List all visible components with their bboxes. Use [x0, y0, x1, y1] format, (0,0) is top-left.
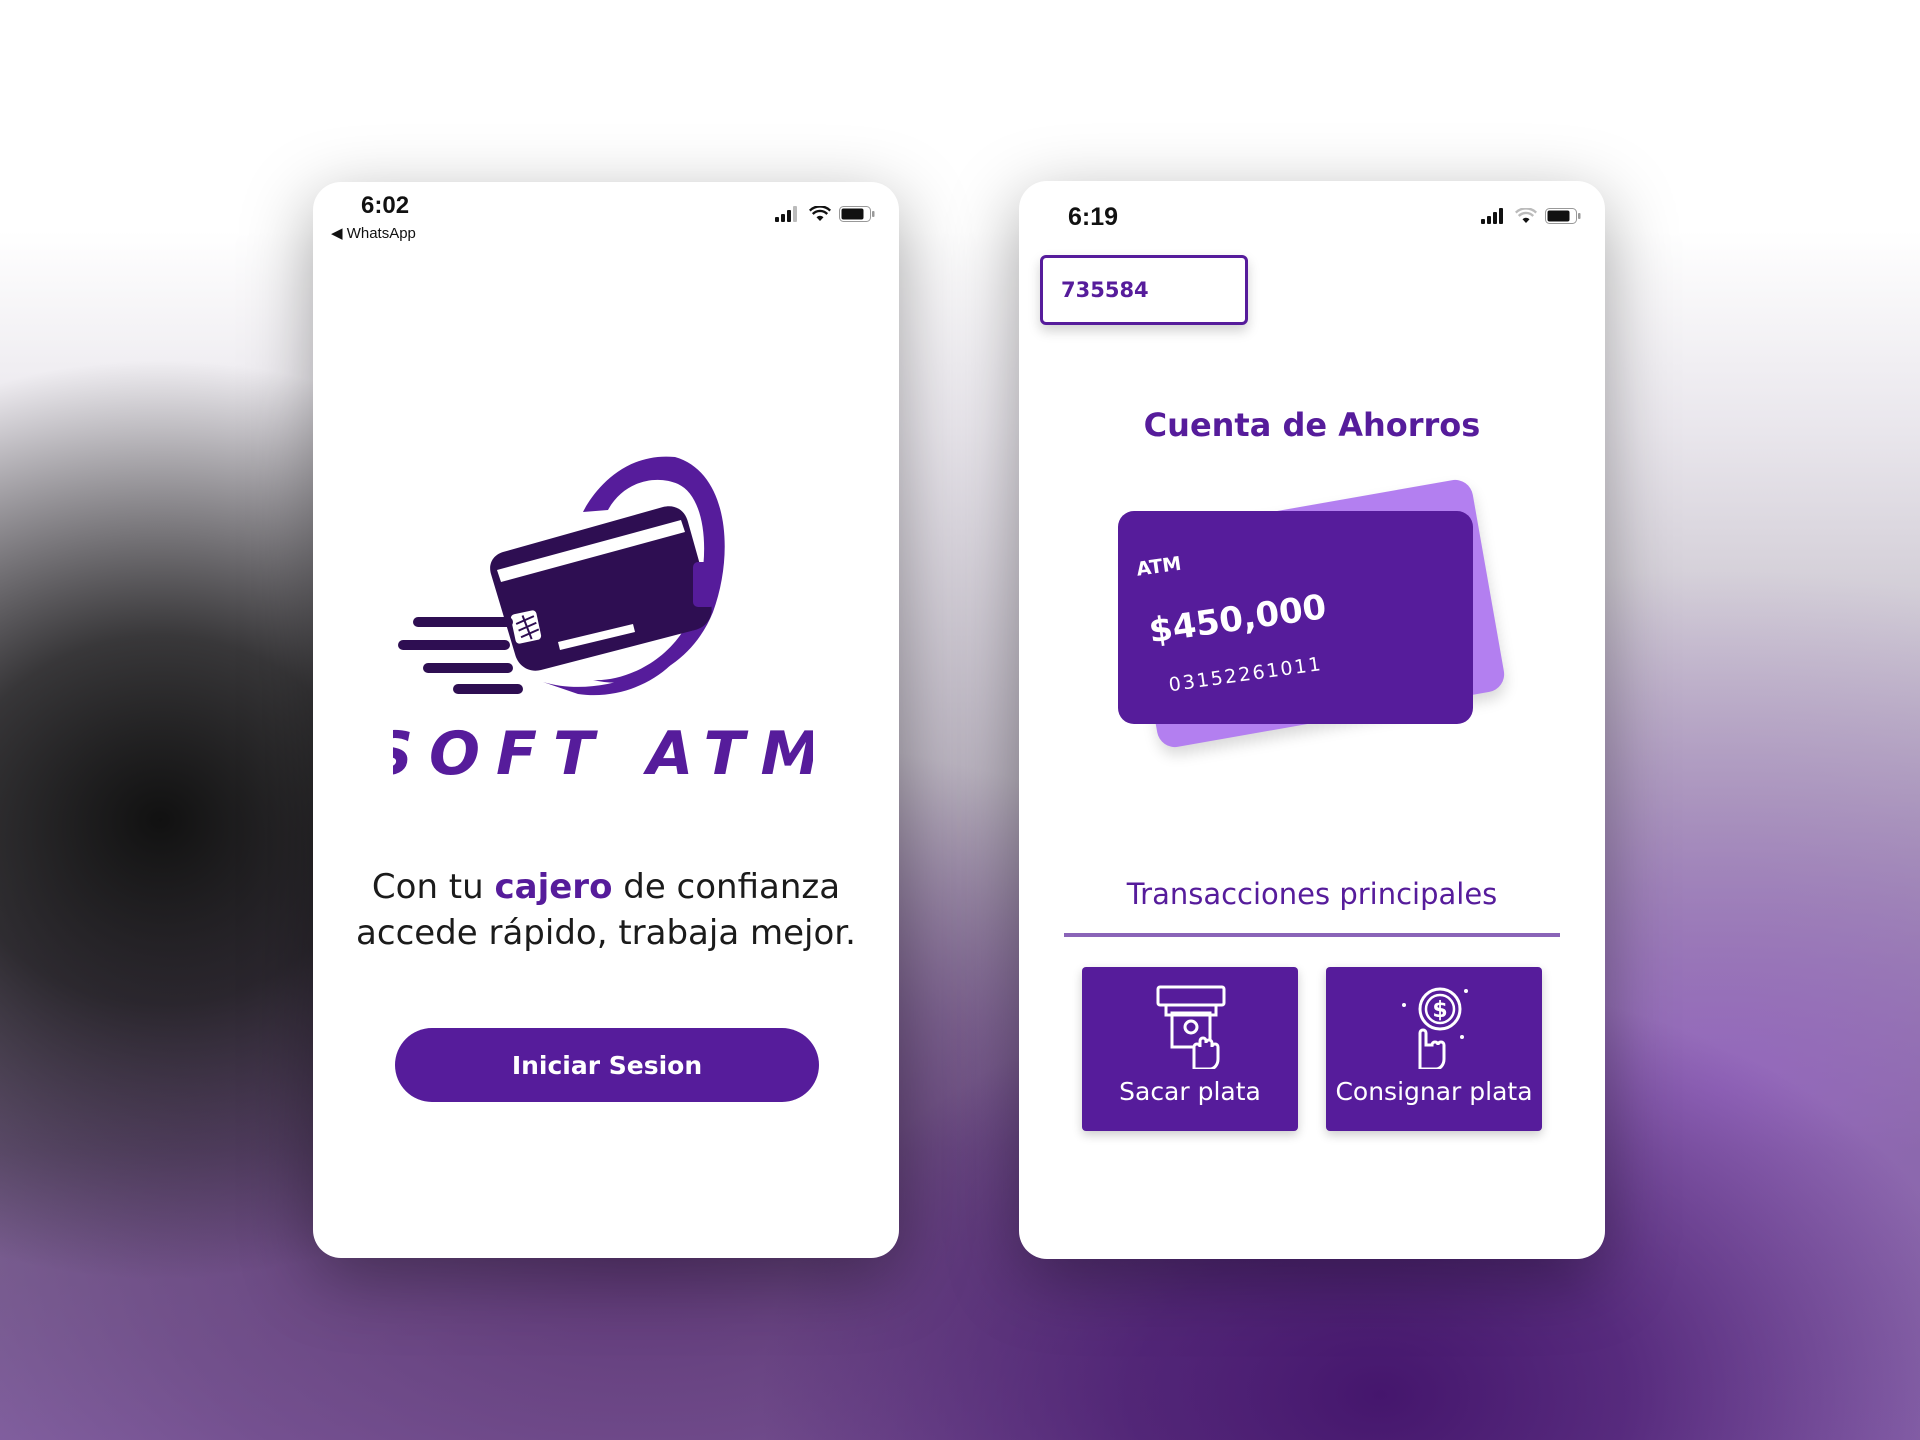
login-screen: 6:02 ◀ WhatsApp SOFT ATM Con tu cajero d… [313, 182, 899, 1258]
tagline-highlight: cajero [494, 867, 613, 907]
status-time: 6:19 [1068, 203, 1119, 231]
tagline-part1: Con tu [371, 867, 495, 907]
atm-withdraw-icon [1156, 985, 1226, 1069]
wifi-icon [809, 206, 831, 221]
section-title: Transacciones principales [1126, 877, 1498, 911]
status-time: 6:02 [361, 192, 410, 219]
card-logo-icon: SOFT ATM [370, 456, 820, 789]
card-brand: ATM [1134, 552, 1183, 581]
login-button[interactable]: Iniciar Sesion [395, 1028, 819, 1102]
deposit-button[interactable]: $ Consignar plata [1326, 967, 1542, 1131]
section-divider [1064, 933, 1560, 937]
brand-wordmark: SOFT ATM [393, 719, 813, 782]
battery-icon [1545, 208, 1581, 224]
deposit-label: Consignar plata [1335, 1077, 1533, 1106]
status-icons [775, 206, 875, 222]
account-number-field[interactable]: 735584 [1040, 255, 1248, 325]
battery-icon [839, 206, 875, 222]
atm-card: ATM $450,000 03152261011 [1118, 511, 1473, 724]
withdraw-label: Sacar plata [1119, 1077, 1261, 1106]
withdraw-button[interactable]: Sacar plata [1082, 967, 1298, 1131]
card-number: 03152261011 [1167, 652, 1324, 697]
tagline-line2: accede rápido, trabaja mejor. [356, 913, 856, 953]
tagline: Con tu cajero de confianza accede rápido… [333, 864, 879, 956]
soft-atm-logo: SOFT ATM [370, 452, 820, 789]
wifi-icon [1515, 208, 1537, 223]
deposit-coin-icon: $ [1402, 987, 1468, 1069]
card-balance: $450,000 [1146, 586, 1329, 652]
signal-icon [775, 206, 797, 222]
tagline-part2: de confianza [612, 867, 841, 907]
svg-text:$: $ [1432, 998, 1447, 1023]
page-title: Cuenta de Ahorros [1143, 406, 1481, 444]
back-to-app-link[interactable]: ◀ WhatsApp [331, 224, 416, 242]
signal-icon [1481, 208, 1503, 224]
status-icons [1481, 208, 1581, 224]
account-screen: 6:19 735584 Cuenta de Ahorros ATM $450,0… [1019, 181, 1605, 1259]
